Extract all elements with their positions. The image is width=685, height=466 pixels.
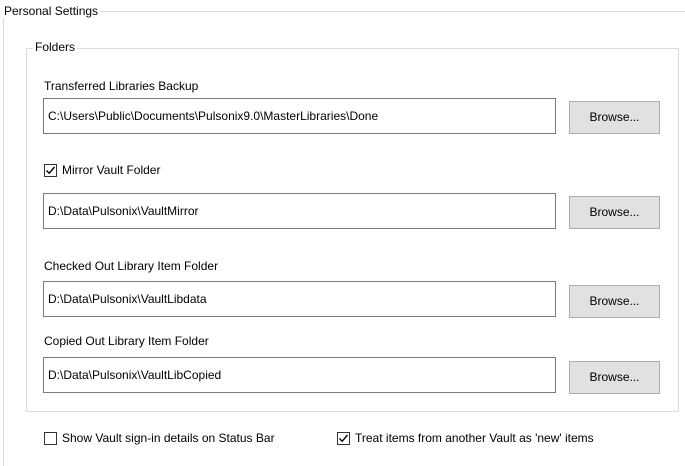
transferred-libraries-label: Transferred Libraries Backup [44, 79, 199, 93]
mirror-vault-checkbox[interactable] [44, 163, 57, 177]
mirror-vault-path-input[interactable] [43, 193, 556, 229]
show-signin-checkbox-row[interactable]: Show Vault sign-in details on Status Bar [44, 431, 275, 445]
personal-settings-page: Personal Settings Folders Transferred Li… [0, 0, 685, 466]
mirror-vault-browse-button[interactable]: Browse... [569, 196, 660, 229]
transferred-libraries-path-input[interactable] [43, 98, 556, 134]
treat-new-label: Treat items from another Vault as 'new' … [355, 431, 594, 445]
folders-legend: Folders [33, 40, 78, 54]
checked-out-folder-browse-button[interactable]: Browse... [569, 285, 660, 318]
transferred-libraries-browse-button[interactable]: Browse... [569, 101, 660, 134]
treat-new-checkbox[interactable] [337, 431, 350, 445]
checked-out-folder-path-input[interactable] [43, 281, 556, 317]
mirror-vault-label: Mirror Vault Folder [62, 163, 161, 177]
checked-out-folder-label: Checked Out Library Item Folder [44, 259, 219, 273]
treat-new-checkbox-row[interactable]: Treat items from another Vault as 'new' … [337, 431, 594, 445]
checkmark-icon [339, 434, 349, 442]
mirror-vault-checkbox-row[interactable]: Mirror Vault Folder [44, 163, 160, 177]
personal-settings-legend: Personal Settings [2, 4, 101, 18]
copied-out-folder-path-input[interactable] [43, 357, 556, 393]
show-signin-checkbox[interactable] [44, 431, 57, 445]
show-signin-label: Show Vault sign-in details on Status Bar [62, 431, 275, 445]
copied-out-folder-label: Copied Out Library Item Folder [44, 334, 209, 348]
copied-out-folder-browse-button[interactable]: Browse... [569, 361, 660, 394]
checkmark-icon [46, 166, 56, 174]
